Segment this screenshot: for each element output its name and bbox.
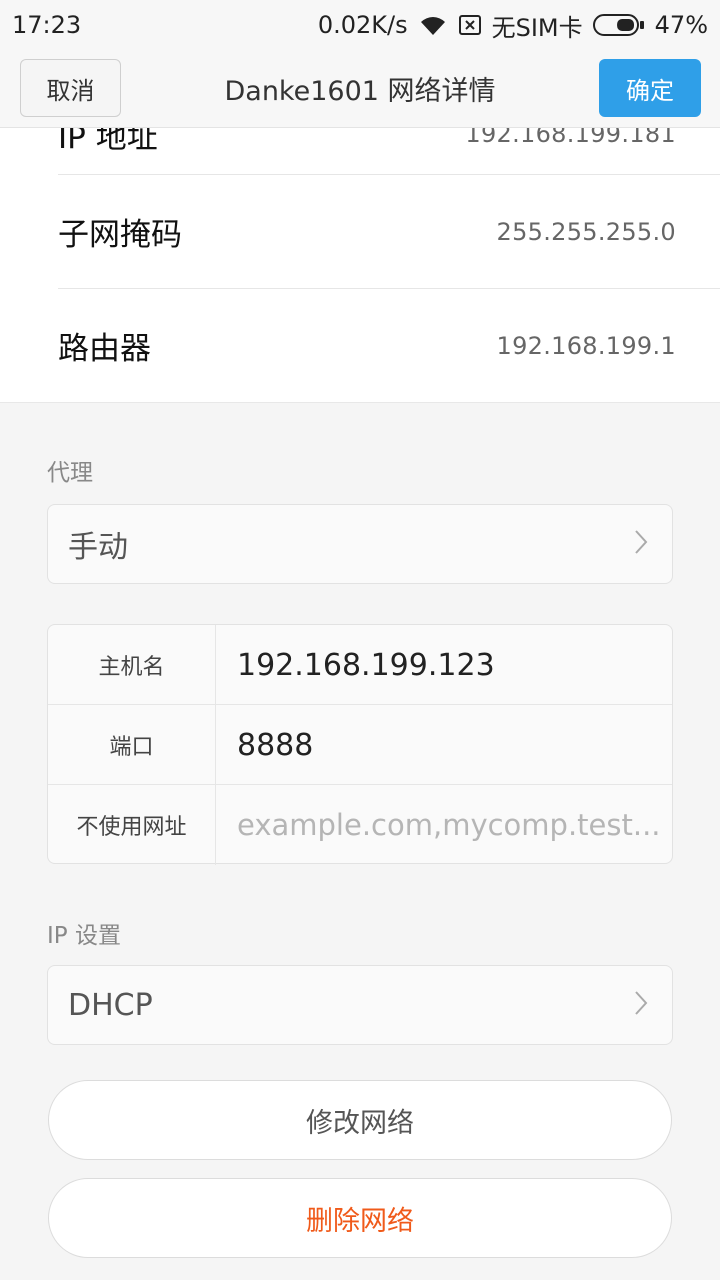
ip-settings-section-label: IP 设置 (47, 923, 121, 949)
proxy-settings-table: 主机名 192.168.199.123 端口 8888 不使用网址 (47, 624, 673, 865)
router-label: 路由器 (58, 331, 151, 367)
hostname-label: 主机名 (48, 625, 216, 705)
modify-network-button[interactable]: 修改网络 (48, 1080, 672, 1160)
battery-icon (592, 13, 645, 37)
ip-address-value: 192.168.199.181 (465, 128, 676, 148)
title-bar: 取消 Danke1601 网络详情 确定 (0, 50, 720, 128)
hostname-field[interactable]: 192.168.199.123 (216, 625, 672, 705)
chevron-right-icon (634, 529, 648, 559)
sim-status: 无SIM卡 (491, 13, 583, 42)
bypass-label: 不使用网址 (48, 785, 216, 865)
network-speed: 0.02K/s (317, 11, 408, 39)
proxy-mode-value: 手动 (68, 530, 128, 565)
bypass-input[interactable] (237, 808, 671, 842)
proxy-mode-selector[interactable]: 手动 (47, 504, 673, 584)
bypass-field-wrap (216, 785, 672, 865)
page-title: Danke1601 网络详情 (224, 75, 496, 107)
subnet-mask-row: 子网掩码 255.255.255.0 (58, 175, 676, 288)
ip-address-label: IP 地址 (58, 128, 158, 156)
status-icons: 0.02K/s 无SIM卡 47% (318, 8, 708, 43)
wifi-icon (418, 14, 448, 36)
ip-settings-value: DHCP (68, 987, 153, 1023)
no-sim-icon (458, 14, 482, 36)
router-row: 路由器 192.168.199.1 (58, 289, 676, 402)
port-label: 端口 (48, 705, 216, 785)
cancel-button[interactable]: 取消 (20, 59, 121, 117)
proxy-section-label: 代理 (47, 460, 93, 486)
router-value: 192.168.199.1 (496, 331, 676, 360)
confirm-button[interactable]: 确定 (599, 59, 701, 117)
status-bar: 17:23 0.02K/s 无SIM卡 47% (0, 0, 720, 50)
bypass-row: 不使用网址 (48, 785, 672, 865)
clock: 17:23 (12, 11, 82, 39)
ip-settings-selector[interactable]: DHCP (47, 965, 673, 1045)
port-field[interactable]: 8888 (216, 705, 672, 785)
network-info-list: IP 地址 192.168.199.181 子网掩码 255.255.255.0… (0, 128, 720, 403)
subnet-mask-label: 子网掩码 (58, 217, 182, 253)
ip-address-row: IP 地址 192.168.199.181 (58, 128, 676, 156)
hostname-row: 主机名 192.168.199.123 (48, 625, 672, 705)
chevron-right-icon (634, 990, 648, 1020)
subnet-mask-value: 255.255.255.0 (496, 217, 676, 246)
delete-network-button[interactable]: 删除网络 (48, 1178, 672, 1258)
battery-percent: 47% (654, 11, 708, 39)
port-row: 端口 8888 (48, 705, 672, 785)
